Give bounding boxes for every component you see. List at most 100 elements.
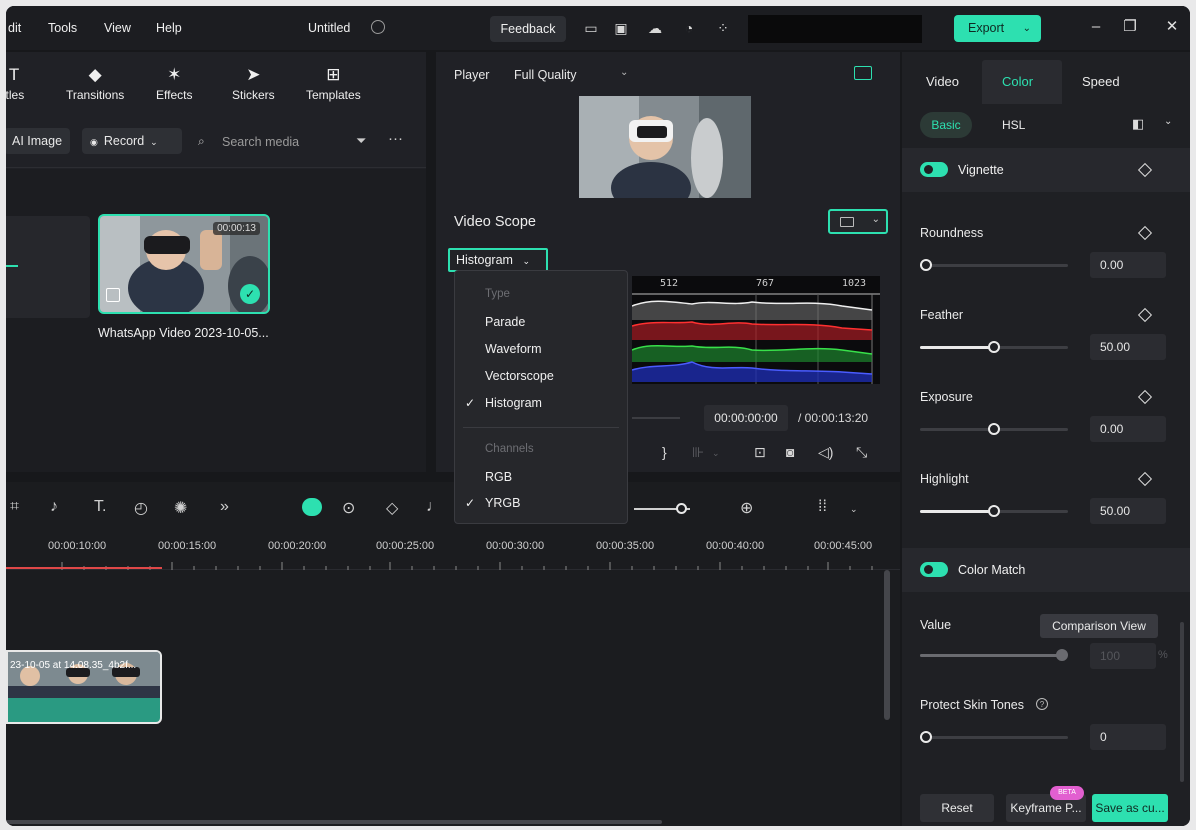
roundness-value[interactable]: 0.00 <box>1090 252 1166 278</box>
slider-knob[interactable] <box>988 505 1000 517</box>
roundness-slider[interactable] <box>920 259 1068 271</box>
timeline-vertical-scrollbar[interactable] <box>884 570 890 720</box>
ai-tool-icon[interactable] <box>302 498 322 516</box>
menu-tools[interactable]: Tools <box>48 21 77 35</box>
apps-grid-icon[interactable]: ⁘ <box>714 19 732 37</box>
zoom-in-icon[interactable]: ⊕ <box>740 498 753 518</box>
slider-knob[interactable] <box>988 341 1000 353</box>
audio-icon[interactable]: ♪ <box>50 498 58 516</box>
feather-slider[interactable] <box>920 341 1068 353</box>
dropdown-item-parade[interactable]: Parade <box>485 315 525 329</box>
video-scope-icon[interactable] <box>854 66 872 80</box>
menu-help[interactable]: Help <box>156 21 182 35</box>
restore-icon[interactable]: ❐ <box>1120 17 1140 37</box>
tab-transitions[interactable]: ◆ Transitions <box>66 64 124 102</box>
grid-icon[interactable]: ⁞⁞ <box>818 498 827 516</box>
microphone-icon[interactable]: ♩ <box>426 498 442 516</box>
subtab-hsl[interactable]: HSL <box>1002 118 1025 132</box>
subtab-basic[interactable]: Basic <box>920 112 972 138</box>
menu-edit[interactable]: dit <box>8 21 21 35</box>
dropdown-item-vectorscope[interactable]: Vectorscope <box>485 369 554 383</box>
panel-scrollbar[interactable] <box>1180 622 1184 782</box>
volume-icon[interactable]: ◁) <box>818 444 833 461</box>
keyframe-diamond-icon[interactable] <box>1137 389 1153 405</box>
highlight-slider[interactable] <box>920 505 1068 517</box>
help-icon[interactable]: ? <box>1036 698 1048 710</box>
dropdown-item-waveform[interactable]: Waveform <box>485 342 542 356</box>
chevron-down-icon[interactable]: ⌄ <box>1164 116 1172 127</box>
chevron-down-icon[interactable]: ⌄ <box>850 504 858 515</box>
text-tool-icon[interactable]: T. <box>94 498 106 516</box>
snapshot-icon[interactable]: ◙ <box>786 444 794 460</box>
more-tools-icon[interactable]: » <box>220 498 229 516</box>
dropdown-item-histogram[interactable]: Histogram <box>485 396 542 410</box>
cloud-upload-icon[interactable]: ☁ <box>646 19 664 37</box>
slider-knob[interactable] <box>920 731 932 743</box>
filter-icon[interactable]: ⏷ <box>356 133 366 149</box>
keyframe-diamond-icon[interactable] <box>1137 225 1153 241</box>
scope-layout-select[interactable]: ⌄ <box>828 209 888 234</box>
chevron-down-icon[interactable]: ⌄ <box>620 67 628 78</box>
record-button[interactable]: ◉ Record ⌄ <box>82 128 182 154</box>
search-input[interactable]: Search media <box>222 135 299 149</box>
tab-stickers[interactable]: ➤ Stickers <box>232 64 275 102</box>
feedback-button[interactable]: Feedback <box>490 16 566 42</box>
menu-view[interactable]: View <box>104 21 131 35</box>
layout-icon[interactable]: ▭ <box>582 19 600 37</box>
tab-effects[interactable]: ✶ Effects <box>156 64 192 102</box>
compare-icon[interactable]: ◧ <box>1132 116 1144 132</box>
keyframe-diamond-icon[interactable] <box>1137 307 1153 323</box>
tab-color[interactable]: Color <box>1002 74 1033 89</box>
more-icon[interactable]: ··· <box>388 130 403 147</box>
protect-skin-value[interactable]: 0 <box>1090 724 1166 750</box>
tab-speed[interactable]: Speed <box>1082 74 1120 89</box>
dropdown-item-rgb[interactable]: RGB <box>485 470 512 484</box>
text-icon: T <box>8 65 20 84</box>
save-as-custom-button[interactable]: Save as cu... <box>1092 794 1168 822</box>
media-item-thumbnail[interactable]: 00:00:13 ✓ <box>98 214 270 314</box>
color-match-header: Color Match <box>902 548 1190 592</box>
exposure-value[interactable]: 0.00 <box>1090 416 1166 442</box>
timeline-ruler[interactable]: 00:00:10:00 00:00:15:00 00:00:20:00 00:0… <box>6 532 900 570</box>
tab-video[interactable]: Video <box>926 74 959 89</box>
exposure-slider[interactable] <box>920 423 1068 435</box>
mark-out-icon[interactable]: } <box>662 444 667 460</box>
export-button[interactable]: Export ⌄ <box>954 15 1041 42</box>
marker-icon[interactable]: ◇ <box>386 498 398 518</box>
media-item-partial[interactable] <box>6 216 90 318</box>
color-icon[interactable]: ✺ <box>174 498 187 518</box>
tab-titles[interactable]: T Titles <box>6 64 24 102</box>
timeline-clip[interactable]: 23-10-05 at 14.08.35_4b2f... <box>6 650 162 724</box>
protect-skin-slider[interactable] <box>920 731 1068 743</box>
slider-knob[interactable] <box>920 259 932 271</box>
highlight-value[interactable]: 50.00 <box>1090 498 1166 524</box>
speed-icon[interactable]: ◴ <box>134 498 148 518</box>
ruler-label: 00:00:20:00 <box>268 540 327 552</box>
slider-knob[interactable] <box>988 423 1000 435</box>
quality-select[interactable]: Full Quality <box>514 68 577 82</box>
feather-value[interactable]: 50.00 <box>1090 334 1166 360</box>
play-icon[interactable]: ⊙ <box>342 498 355 518</box>
dropdown-item-yrgb[interactable]: YRGB <box>485 496 520 510</box>
current-time[interactable]: 00:00:00:00 <box>704 405 788 431</box>
minimize-icon[interactable]: – <box>1086 17 1106 37</box>
ai-image-button[interactable]: AI Image <box>6 128 71 154</box>
crop-icon[interactable]: ⌗ <box>10 498 19 516</box>
timeline-horizontal-scrollbar[interactable] <box>6 820 662 824</box>
keyframe-diamond-icon[interactable] <box>1137 471 1153 487</box>
scope-type-select[interactable]: Histogram ⌄ <box>448 248 548 272</box>
fullscreen-icon[interactable]: ⤡ <box>856 444 867 461</box>
comparison-view-button[interactable]: Comparison View <box>1040 614 1158 638</box>
tab-templates[interactable]: ⊞ Templates <box>306 64 361 102</box>
vignette-toggle[interactable] <box>920 162 948 177</box>
display-icon[interactable]: ⊡ <box>754 444 766 461</box>
zoom-knob[interactable] <box>676 503 687 514</box>
headset-icon[interactable]: ◔ <box>680 19 698 37</box>
close-icon[interactable]: ✕ <box>1162 17 1182 37</box>
keyframe-diamond-icon[interactable] <box>1137 162 1153 178</box>
save-icon[interactable]: ▣ <box>612 19 630 37</box>
color-match-toggle[interactable] <box>920 562 948 577</box>
progress-track[interactable] <box>632 417 680 419</box>
ruler-label: 00:00:15:00 <box>158 540 217 552</box>
reset-button[interactable]: Reset <box>920 794 994 822</box>
